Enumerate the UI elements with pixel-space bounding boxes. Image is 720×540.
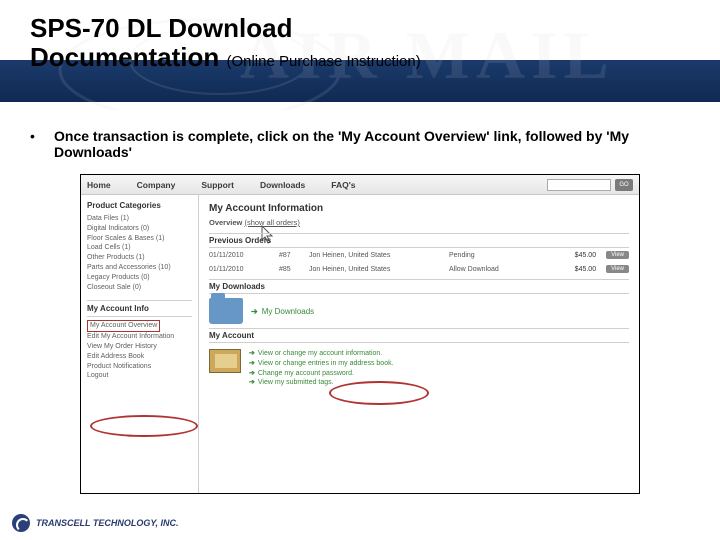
account-icon	[209, 349, 241, 373]
sidebar-account-header: My Account Info	[87, 300, 192, 317]
my-downloads-header: My Downloads	[209, 279, 629, 294]
order-who: Jon Heinen, United States	[309, 266, 449, 273]
sidebar-account-edit[interactable]: Edit My Account Information	[87, 332, 192, 342]
nav-support[interactable]: Support	[201, 180, 234, 190]
footer-brand: TRANSCELL TECHNOLOGY, INC.	[12, 514, 179, 532]
site-topbar: Home Company Support Downloads FAQ's GO	[81, 175, 639, 195]
show-all-orders-link[interactable]: (show all orders)	[244, 218, 299, 227]
sidebar-account-overview[interactable]: My Account Overview	[87, 320, 160, 332]
folder-icon	[209, 298, 243, 324]
account-action-link[interactable]: ➔View or change entries in my address bo…	[249, 359, 394, 369]
my-account-header: My Account	[209, 328, 629, 343]
sidebar-categories-header: Product Categories	[87, 201, 192, 210]
order-who: Jon Heinen, United States	[309, 252, 449, 259]
sidebar-account-logout[interactable]: Logout	[87, 371, 192, 381]
sidebar: Product Categories Data Files (1) Digita…	[81, 195, 199, 493]
nav-home[interactable]: Home	[87, 180, 111, 190]
sidebar-account-address[interactable]: Edit Address Book	[87, 352, 192, 362]
view-order-button[interactable]: View	[606, 265, 629, 273]
brand-logo-icon	[12, 514, 30, 532]
sidebar-cat-item[interactable]: Digital Indicators (0)	[87, 224, 192, 234]
order-row: 01/11/2010 #87 Jon Heinen, United States…	[209, 251, 629, 259]
order-status: Allow Download	[449, 266, 529, 273]
sidebar-cat-item[interactable]: Parts and Accessories (10)	[87, 263, 192, 273]
brand-text: TRANSCELL TECHNOLOGY, INC.	[36, 518, 179, 528]
title-line-2: Documentation	[30, 42, 219, 72]
nav-downloads[interactable]: Downloads	[260, 180, 305, 190]
account-action-link[interactable]: ➔Change my account password.	[249, 369, 394, 379]
go-button[interactable]: GO	[615, 179, 633, 191]
order-num: #87	[279, 252, 309, 259]
sidebar-cat-item[interactable]: Floor Scales & Bases (1)	[87, 234, 192, 244]
sidebar-cat-item[interactable]: Data Files (1)	[87, 214, 192, 224]
order-price: $45.00	[575, 252, 596, 259]
view-order-button[interactable]: View	[606, 251, 629, 259]
sidebar-account-notify[interactable]: Product Notifications	[87, 362, 192, 372]
main-panel: My Account Information Overview (show al…	[199, 195, 639, 493]
order-status: Pending	[449, 252, 529, 259]
sidebar-account-orders[interactable]: View My Order History	[87, 342, 192, 352]
overview-label: Overview	[209, 218, 242, 227]
previous-orders-header: Previous Orders	[209, 233, 629, 248]
nav-company[interactable]: Company	[137, 180, 176, 190]
bullet-dot: •	[30, 128, 36, 160]
search-input[interactable]	[547, 179, 611, 191]
sidebar-cat-item[interactable]: Legacy Products (0)	[87, 273, 192, 283]
account-action-link[interactable]: ➔View my submitted tags.	[249, 378, 394, 388]
sidebar-cat-item[interactable]: Load Cells (1)	[87, 243, 192, 253]
embedded-screenshot: Home Company Support Downloads FAQ's GO …	[80, 174, 640, 494]
order-price: $45.00	[575, 266, 596, 273]
slide-subtitle: (Online Purchase Instruction)	[226, 53, 420, 70]
page-title: My Account Information	[209, 203, 629, 214]
slide-title: SPS-70 DL Download Documentation (Online…	[30, 14, 720, 71]
order-date: 01/11/2010	[209, 266, 279, 273]
order-num: #85	[279, 266, 309, 273]
order-date: 01/11/2010	[209, 252, 279, 259]
account-action-link[interactable]: ➔View or change my account information.	[249, 349, 394, 359]
nav-faqs[interactable]: FAQ's	[331, 180, 355, 190]
arrow-icon: ➔	[251, 307, 258, 316]
sidebar-cat-item[interactable]: Closeout Sale (0)	[87, 283, 192, 293]
sidebar-cat-item[interactable]: Other Products (1)	[87, 253, 192, 263]
order-row: 01/11/2010 #85 Jon Heinen, United States…	[209, 265, 629, 273]
my-downloads-link[interactable]: ➔My Downloads	[251, 307, 314, 316]
bullet-text: Once transaction is complete, click on t…	[54, 128, 690, 160]
title-line-1: SPS-70 DL Download	[30, 13, 292, 43]
